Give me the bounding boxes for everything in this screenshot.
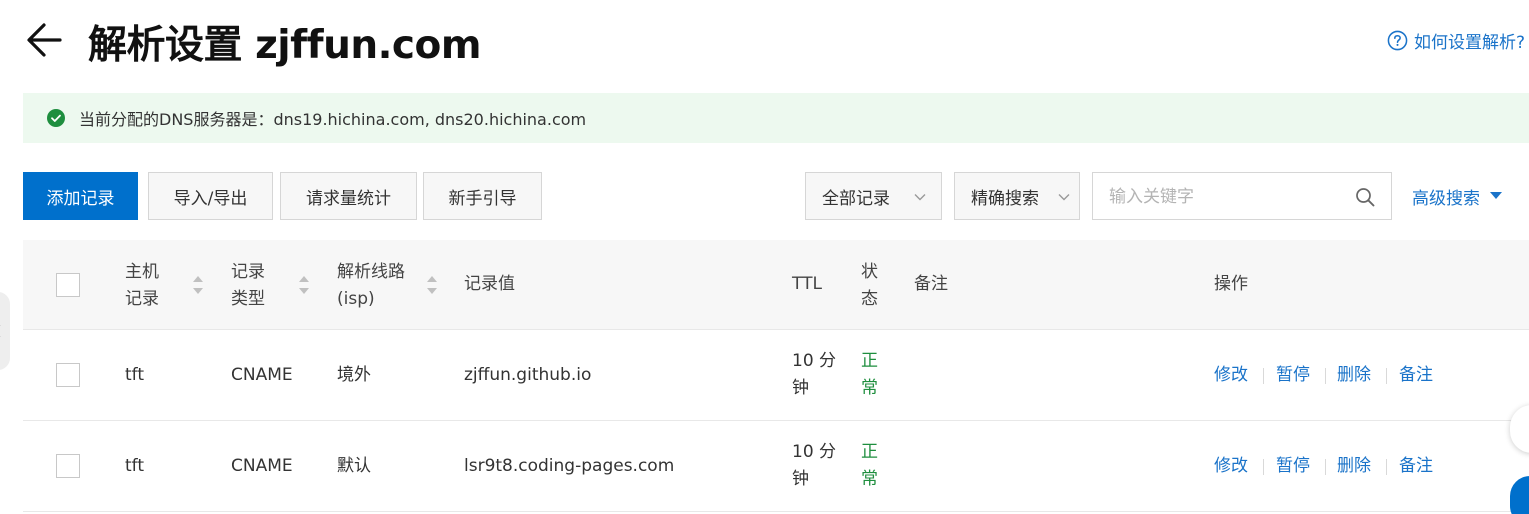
status-line2: 常 [861,469,878,489]
check-circle-icon [47,109,65,127]
column-remark: 备注 [914,274,948,294]
request-stats-button[interactable]: 请求量统计 [280,172,417,220]
dns-records-table: 主机 记录 记录 类型 解析线路 (isp) 记录值 TTL 状 态 备注 操作 [23,240,1529,512]
ttl-line1: 10 分 [792,442,837,462]
chevron-down-icon [914,194,926,201]
host-cell: tft [125,365,145,385]
search-mode-value: 精确搜索 [971,188,1039,209]
record-filter-value: 全部记录 [822,188,890,209]
ttl-line2: 钟 [792,378,809,398]
delete-link[interactable]: 删除 [1337,453,1371,480]
status-line2: 常 [861,378,878,398]
toolbar: 添加记录 导入/导出 请求量统计 新手引导 全部记录 精确搜索 高级搜索 [23,172,1529,220]
status-cell: 正 常 [861,348,878,402]
question-circle-icon [1387,30,1408,51]
table-row: tft CNAME 境外 zjffun.github.io 10 分 钟 正 常… [23,330,1529,421]
keyword-search-input[interactable] [1109,185,1349,209]
table-row: tft CNAME 默认 lsr9t8.coding-pages.com 10 … [23,421,1529,512]
search-mode-select[interactable]: 精确搜索 [954,172,1080,220]
column-ttl: TTL [792,274,822,294]
column-line-line2: (isp) [337,289,375,309]
line-cell: 境外 [337,365,371,385]
help-link-label[interactable]: 如何设置解析? [1414,28,1525,53]
search-icon[interactable] [1355,187,1375,207]
help-link[interactable]: 如何设置解析? [1387,28,1525,53]
line-cell: 默认 [337,456,371,476]
add-record-button[interactable]: 添加记录 [23,172,138,220]
ttl-cell: 10 分 钟 [792,348,836,402]
column-status: 状 态 [861,259,878,313]
edit-link[interactable]: 修改 [1214,362,1248,389]
table-header: 主机 记录 记录 类型 解析线路 (isp) 记录值 TTL 状 态 备注 操作 [23,240,1529,330]
page-title: 解析设置 zjffun.com [88,23,481,68]
advanced-search-label[interactable]: 高级搜索 [1412,184,1480,209]
column-status-line1: 状 [861,262,878,282]
type-cell: CNAME [231,365,293,385]
status-cell: 正 常 [861,439,878,493]
column-type-line2: 类型 [231,289,265,309]
action-divider [1263,368,1264,384]
column-type-line1: 记录 [231,262,265,282]
value-cell: zjffun.github.io [464,365,592,385]
column-value: 记录值 [464,274,515,294]
pause-link[interactable]: 暂停 [1276,362,1310,389]
pause-link[interactable]: 暂停 [1276,453,1310,480]
remark-link[interactable]: 备注 [1399,453,1433,480]
side-collapse-handle[interactable] [0,292,10,370]
row-checkbox[interactable] [56,454,80,478]
action-divider [1325,459,1326,475]
arrow-left-icon[interactable] [22,20,66,60]
edit-link[interactable]: 修改 [1214,453,1248,480]
ttl-line2: 钟 [792,469,809,489]
column-type: 记录 类型 [231,259,265,313]
value-cell: lsr9t8.coding-pages.com [464,456,675,476]
chevron-down-icon [1058,194,1070,201]
sort-icon[interactable] [298,274,310,296]
row-checkbox[interactable] [56,363,80,387]
dns-notice-bar: 当前分配的DNS服务器是：dns19.hichina.com, dns20.hi… [23,93,1529,143]
action-divider [1386,459,1387,475]
ttl-cell: 10 分 钟 [792,439,836,493]
column-line-line1: 解析线路 [337,262,405,282]
action-divider [1386,368,1387,384]
action-divider [1325,368,1326,384]
status-line1: 正 [861,351,878,371]
column-line: 解析线路 (isp) [337,259,405,313]
sort-icon[interactable] [426,274,438,296]
column-actions: 操作 [1214,274,1248,294]
beginner-guide-button[interactable]: 新手引导 [423,172,542,220]
dns-notice-text: 当前分配的DNS服务器是：dns19.hichina.com, dns20.hi… [79,110,587,129]
advanced-search-link[interactable]: 高级搜索 [1412,172,1502,220]
type-cell: CNAME [231,456,293,476]
host-cell: tft [125,456,145,476]
caret-down-icon [1490,192,1502,199]
column-status-line2: 态 [861,289,878,309]
page-header: 解析设置 zjffun.com 如何设置解析? [0,0,1529,84]
status-line1: 正 [861,442,878,462]
select-all-checkbox[interactable] [56,273,80,297]
keyword-search-box [1092,172,1392,220]
column-host-line1: 主机 [125,262,159,282]
record-filter-select[interactable]: 全部记录 [805,172,942,220]
action-divider [1263,459,1264,475]
import-export-button[interactable]: 导入/导出 [148,172,273,220]
chevron-left-icon [0,325,1,337]
ttl-line1: 10 分 [792,351,837,371]
column-host-line2: 记录 [125,289,159,309]
sort-icon[interactable] [192,274,204,296]
delete-link[interactable]: 删除 [1337,362,1371,389]
remark-link[interactable]: 备注 [1399,362,1433,389]
column-host: 主机 记录 [125,259,159,313]
